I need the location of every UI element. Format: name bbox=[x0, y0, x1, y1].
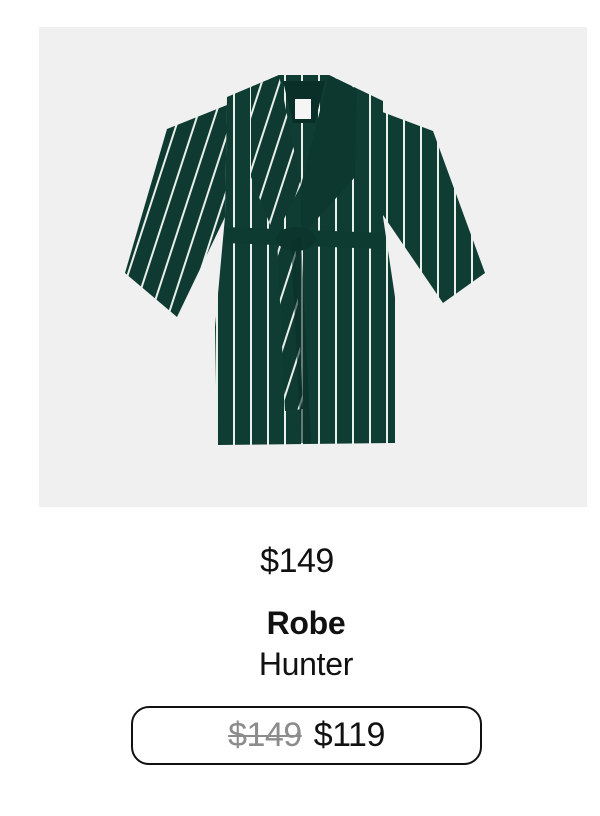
product-price: $149 bbox=[0, 541, 600, 581]
product-image[interactable] bbox=[39, 27, 587, 507]
label-tag bbox=[295, 99, 311, 119]
sale-price: $119 bbox=[313, 716, 386, 754]
left-sleeve bbox=[125, 105, 227, 317]
robe-illustration bbox=[125, 75, 485, 445]
product-card[interactable]: $149 Robe Hunter $149 $119 bbox=[0, 0, 600, 816]
product-price-text: $149 bbox=[260, 542, 334, 580]
product-variant-text: Hunter bbox=[258, 646, 354, 682]
product-variant: Hunter bbox=[0, 645, 600, 683]
product-name-text[interactable]: Robe bbox=[267, 605, 346, 641]
product-name[interactable]: Robe bbox=[0, 604, 600, 642]
sale-price-button[interactable]: $149 $119 bbox=[131, 706, 482, 765]
original-price: $149 bbox=[228, 716, 302, 754]
